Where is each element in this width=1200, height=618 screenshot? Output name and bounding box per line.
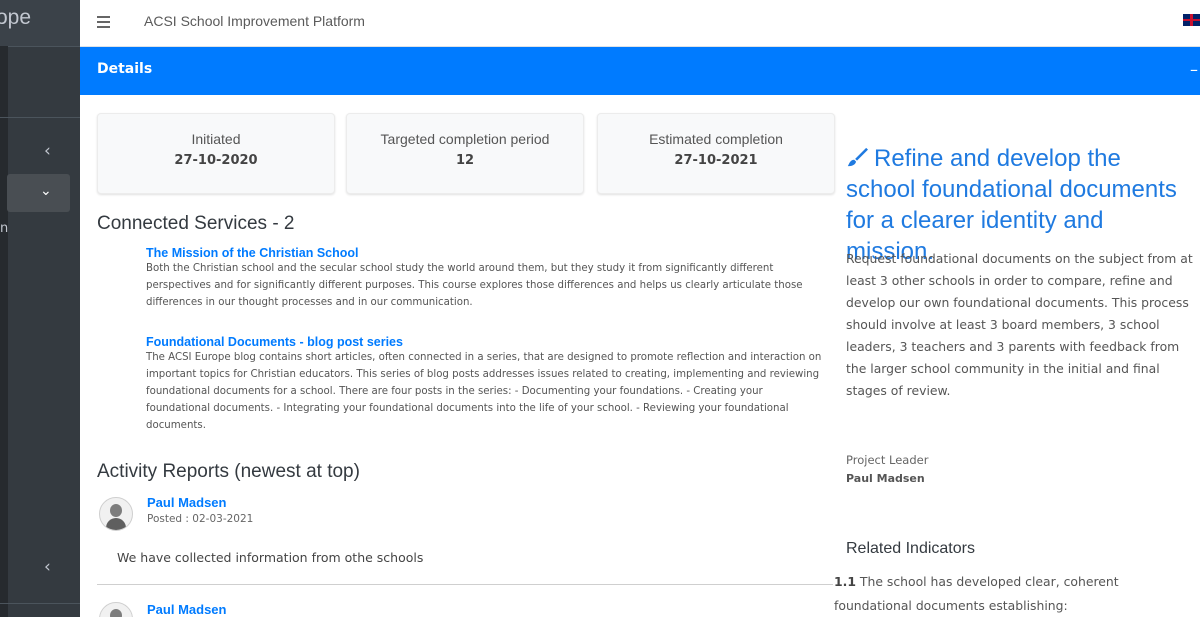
project-leader-label: Project Leader xyxy=(846,453,929,467)
description-line: Both the Christian school and the secula… xyxy=(146,263,774,274)
description-line: the larger school community in the initi… xyxy=(846,361,1160,376)
description-line: documents. xyxy=(146,420,206,431)
description-line: The ACSI Europe blog contains short arti… xyxy=(146,352,822,363)
info-box-value: 27-10-2020 xyxy=(174,153,258,168)
info-box-estimated-completion: Estimated completion 27-10-2021 xyxy=(597,113,835,194)
avatar xyxy=(99,602,133,617)
description-line: develop our own foundational documents. … xyxy=(846,295,1189,310)
report-message: We have collected information from othe … xyxy=(117,550,424,565)
sidebar-fragment: n xyxy=(0,221,9,236)
service-link[interactable]: Foundational Documents - blog post serie… xyxy=(146,335,836,349)
description-line: differences in our thought processes and… xyxy=(146,297,473,308)
card-header: Details – xyxy=(80,47,1200,95)
top-navbar: ACSI School Improvement Platform xyxy=(80,0,1200,47)
indicator-item: 1.1 The school has developed clear, cohe… xyxy=(834,570,1200,618)
info-box-initiated: Initiated 27-10-2020 xyxy=(97,113,335,194)
description-line: stages of review. xyxy=(846,383,951,398)
brand-text: ope xyxy=(0,6,32,29)
service-description: Both the Christian school and the secula… xyxy=(146,260,836,311)
sidebar-item-active[interactable]: ⌄ xyxy=(7,174,70,212)
indicator-number: 1.1 xyxy=(834,574,856,589)
chevron-down-icon: ⌄ xyxy=(40,183,52,199)
info-box-label: Targeted completion period xyxy=(380,131,550,147)
report-divider xyxy=(97,584,833,585)
description-line: should involve at least 3 board members,… xyxy=(846,317,1160,332)
info-box-label: Initiated xyxy=(191,131,241,147)
minus-icon[interactable]: – xyxy=(1190,60,1198,79)
info-box-value: 27-10-2021 xyxy=(674,153,758,168)
report-author-link[interactable]: Paul Madsen xyxy=(147,602,226,617)
service-item: The Mission of the Christian School Both… xyxy=(146,246,836,311)
sidebar-divider xyxy=(0,117,80,118)
related-indicators-title: Related Indicators xyxy=(846,540,975,557)
project-title-line: for a clearer identity and xyxy=(846,207,1104,234)
indicator-text: The school has developed clear, coherent xyxy=(859,574,1119,589)
description-line: foundational documents. - Integrating yo… xyxy=(146,403,789,414)
activity-report: Paul Madsen Posted : 02-03-2021 We have … xyxy=(97,494,833,574)
avatar xyxy=(99,497,133,531)
paint-brush-icon xyxy=(847,147,868,167)
report-author-link[interactable]: Paul Madsen xyxy=(147,495,226,510)
chevron-left-icon[interactable]: ‹ xyxy=(44,141,51,161)
service-item: Foundational Documents - blog post serie… xyxy=(146,335,836,434)
connected-services-title: Connected Services - 2 xyxy=(97,213,295,234)
info-box-value: 12 xyxy=(455,153,475,168)
info-box-label: Estimated completion xyxy=(649,131,783,147)
indicator-line: foundational documents establishing: xyxy=(834,598,1068,613)
project-description: Request foundational documents on the su… xyxy=(846,248,1200,402)
description-line: Request foundational documents on the su… xyxy=(846,251,1193,266)
description-line: important topics for Christian educators… xyxy=(146,369,820,380)
description-line: perspectives and for significantly diffe… xyxy=(146,280,803,291)
sidebar: ope ‹ ⌄ n ‹ xyxy=(0,0,80,617)
description-line: foundational documents for a school. The… xyxy=(146,386,763,397)
app-title: ACSI School Improvement Platform xyxy=(144,13,365,29)
description-line: leaders, 3 teachers and 3 parents with f… xyxy=(846,339,1180,354)
chevron-left-icon[interactable]: ‹ xyxy=(44,557,51,577)
activity-report: Paul Madsen xyxy=(97,594,833,617)
service-description: The ACSI Europe blog contains short arti… xyxy=(146,349,836,434)
indicator-line: 1.1 The school has developed clear, cohe… xyxy=(834,570,1200,594)
sidebar-divider xyxy=(0,603,80,604)
uk-flag-icon[interactable] xyxy=(1183,14,1200,26)
hamburger-menu-icon[interactable] xyxy=(97,16,110,28)
project-leader-name: Paul Madsen xyxy=(846,472,925,485)
card-title: Details xyxy=(97,61,153,77)
sidebar-strip xyxy=(0,46,8,617)
report-date: Posted : 02-03-2021 xyxy=(147,513,254,525)
description-line: least 3 other schools in order to compar… xyxy=(846,273,1173,288)
service-link[interactable]: The Mission of the Christian School xyxy=(146,246,836,260)
info-box-targeted-period: Targeted completion period 12 xyxy=(346,113,584,194)
project-title-line: school foundational documents xyxy=(846,176,1177,203)
activity-reports-title: Activity Reports (newest at top) xyxy=(97,461,360,482)
project-title-line: Refine and develop the xyxy=(874,145,1121,172)
brand[interactable]: ope xyxy=(0,0,80,47)
